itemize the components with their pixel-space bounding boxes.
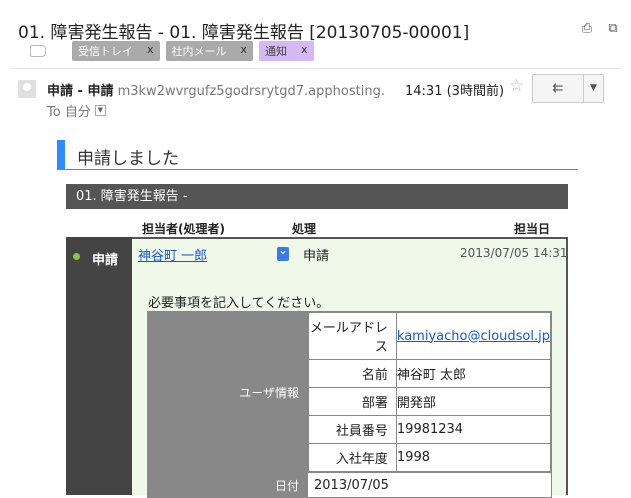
star-icon[interactable]: ☆ bbox=[509, 76, 524, 96]
divider bbox=[10, 68, 621, 69]
assignee-link[interactable]: 神谷町 一郎 bbox=[138, 245, 207, 264]
column-assignee: 担当者(処理者) bbox=[142, 222, 225, 236]
sender-name[interactable]: 申請 - 申請 bbox=[47, 84, 113, 99]
user-info-table: ユーザ情報 メールアドレス kamiyacho@cloudsol.jp 名前 神谷町… bbox=[147, 311, 552, 498]
print-icon[interactable]: ⎙ bbox=[579, 22, 595, 36]
status-dot-icon bbox=[73, 253, 80, 260]
user-info-category: ユーザ情報 bbox=[147, 311, 308, 473]
column-date: 担当日 bbox=[514, 222, 551, 236]
label-internal-mail[interactable]: 社内メール x bbox=[165, 41, 254, 61]
label-bar: 受信トレイ x 社内メール x 通知 x bbox=[30, 41, 314, 61]
to-label: To 自分 bbox=[47, 105, 91, 120]
remove-label-button[interactable]: x bbox=[301, 43, 308, 59]
field-value: 2013/07/05 bbox=[307, 472, 552, 498]
field-key: 名前 bbox=[308, 359, 397, 388]
table-row: 名前 神谷町 太郎 bbox=[308, 359, 552, 388]
table-row: 入社年度 1998 bbox=[308, 443, 552, 472]
remove-label-button[interactable]: x bbox=[241, 43, 248, 59]
label-inbox[interactable]: 受信トレイ x bbox=[72, 41, 160, 61]
reply-button-group: ⇇ ▼ bbox=[532, 74, 604, 103]
recipient-line: To 自分 ▼ bbox=[47, 101, 106, 120]
sender-address: m3kw2wvrgufz5godrsrytgd7.apphosting. bbox=[117, 84, 385, 99]
email-link[interactable]: kamiyacho@cloudsol.jp bbox=[397, 329, 550, 344]
remove-label-button[interactable]: x bbox=[147, 43, 154, 59]
more-options-chevron-icon[interactable]: ▼ bbox=[584, 75, 603, 102]
field-key: 社員番号 bbox=[308, 415, 397, 444]
action-dropdown-icon bbox=[277, 243, 289, 261]
table-row: メールアドレス kamiyacho@cloudsol.jp bbox=[308, 312, 552, 360]
field-key: 日付 bbox=[147, 472, 308, 498]
entry-note: 必要事項を記入してください。 bbox=[148, 296, 330, 311]
field-value: 開発部 bbox=[395, 387, 552, 416]
table-row: 日付 2013/07/05 bbox=[147, 472, 552, 498]
recipient-details-dropdown-icon[interactable]: ▼ bbox=[94, 105, 106, 116]
entry-date: 2013/07/05 14:31 bbox=[460, 246, 568, 260]
field-key: メールアドレス bbox=[308, 312, 397, 360]
field-value: 19981234 bbox=[395, 415, 552, 444]
table-row: 部署 開発部 bbox=[308, 387, 552, 416]
sender-line: 申請 - 申請 m3kw2wvrgufz5godrsrytgd7.apphost… bbox=[47, 80, 385, 99]
label-tag-icon[interactable] bbox=[30, 45, 46, 57]
column-action: 処理 bbox=[292, 222, 317, 236]
action-label: 申請 bbox=[303, 249, 330, 264]
avatar bbox=[18, 80, 36, 98]
field-value: 神谷町 太郎 bbox=[395, 359, 552, 388]
email-subject: 01. 障害発生報告 - 01. 障害発生報告 [20130705-00001] bbox=[18, 23, 470, 43]
message-time: 14:31 (3時間前) bbox=[405, 84, 505, 99]
header-actions: ⎙ ⧉ bbox=[579, 22, 621, 36]
page-heading: 申請しました bbox=[57, 140, 578, 170]
new-window-icon[interactable]: ⧉ bbox=[605, 22, 621, 36]
table-row: 社員番号 19981234 bbox=[308, 415, 552, 444]
field-value: 1998 bbox=[395, 443, 552, 472]
heading-text: 申請しました bbox=[77, 149, 179, 169]
status-label: 申請 bbox=[92, 253, 119, 268]
label-notification[interactable]: 通知 x bbox=[259, 41, 314, 61]
field-key: 部署 bbox=[308, 387, 397, 416]
section-title: 01. 障害発生報告 - bbox=[66, 184, 568, 209]
field-key: 入社年度 bbox=[308, 443, 397, 472]
reply-all-icon[interactable]: ⇇ bbox=[533, 75, 584, 102]
status-column bbox=[66, 237, 132, 495]
